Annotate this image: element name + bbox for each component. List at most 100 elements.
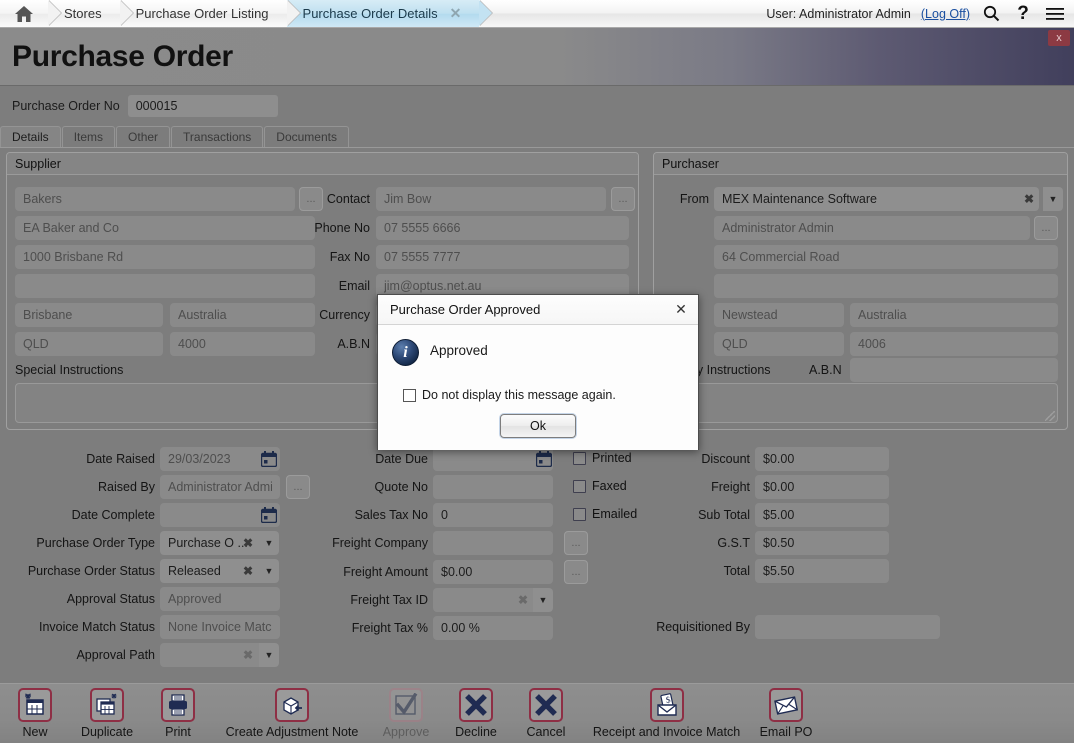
log-off-link[interactable]: (Log Off) bbox=[921, 7, 970, 21]
quote-no-input[interactable] bbox=[433, 475, 553, 499]
invoice-match-status-label: Invoice Match Status bbox=[10, 615, 155, 639]
purchaser-city-input[interactable] bbox=[714, 303, 844, 327]
freight-tax-id-dropdown-icon[interactable]: ▼ bbox=[533, 588, 553, 612]
purchaser-person-lookup-button[interactable]: ... bbox=[1034, 216, 1058, 240]
purchaser-from-input[interactable] bbox=[714, 187, 1039, 211]
supplier-country-input[interactable] bbox=[170, 303, 315, 327]
toolbar-button-new[interactable]: New bbox=[12, 688, 58, 739]
do-not-display-checkbox[interactable] bbox=[403, 389, 416, 402]
breadcrumb-home[interactable] bbox=[0, 0, 48, 27]
adjustment-note-icon bbox=[275, 688, 309, 722]
toolbar-button-receipt-and-invoice-match[interactable]: $ Receipt and Invoice Match bbox=[590, 688, 743, 739]
window-close-button[interactable]: x bbox=[1048, 30, 1070, 46]
approval-path-clear-icon[interactable]: ✖ bbox=[243, 643, 253, 667]
purchase-order-no-input[interactable] bbox=[128, 95, 278, 117]
tab-details[interactable]: Details bbox=[0, 126, 61, 147]
toolbar-button-duplicate[interactable]: Duplicate bbox=[72, 688, 142, 739]
purchaser-delivery-instructions-textarea[interactable] bbox=[660, 383, 1058, 423]
total-input[interactable] bbox=[755, 559, 889, 583]
supplier-postcode-input[interactable] bbox=[170, 332, 315, 356]
purchaser-postcode-input[interactable] bbox=[850, 332, 1058, 356]
approve-check-icon bbox=[389, 688, 423, 722]
toolbar-button-email-po[interactable]: Email PO bbox=[752, 688, 820, 739]
tab-transactions[interactable]: Transactions bbox=[171, 126, 263, 147]
supplier-name-input[interactable] bbox=[15, 187, 295, 211]
toolbar-button-create-adjustment-note[interactable]: Create Adjustment Note bbox=[215, 688, 369, 739]
top-navigation-bar: Stores Purchase Order Listing Purchase O… bbox=[0, 0, 1074, 28]
approval-status-input[interactable] bbox=[160, 587, 280, 611]
purchaser-state-input[interactable] bbox=[714, 332, 844, 356]
user-label: User: Administrator Admin bbox=[766, 7, 911, 21]
discount-input[interactable] bbox=[755, 447, 889, 471]
purchase-order-status-label: Purchase Order Status bbox=[10, 559, 155, 583]
supplier-phone-label: Phone No bbox=[307, 216, 370, 240]
purchase-order-no-row: Purchase Order No bbox=[0, 92, 278, 120]
freight-amount-input[interactable] bbox=[433, 560, 553, 584]
toolbar-button-decline[interactable]: Decline bbox=[451, 688, 501, 739]
breadcrumb-close-icon[interactable]: ✕ bbox=[450, 5, 462, 22]
emailed-label: Emailed bbox=[592, 508, 637, 521]
dialog-close-icon[interactable]: ✕ bbox=[672, 301, 690, 319]
purchaser-from-clear-icon[interactable]: ✖ bbox=[1024, 187, 1034, 211]
supplier-fax-input[interactable] bbox=[376, 245, 629, 269]
emailed-checkbox[interactable] bbox=[573, 508, 586, 521]
sub-total-input[interactable] bbox=[755, 503, 889, 527]
purchaser-address2-input[interactable] bbox=[714, 274, 1058, 298]
toolbar-label-cancel: Cancel bbox=[527, 725, 566, 739]
supplier-company-input[interactable] bbox=[15, 216, 315, 240]
resize-grip-icon[interactable] bbox=[1045, 411, 1055, 421]
search-icon[interactable] bbox=[980, 3, 1002, 25]
calendar-icon[interactable] bbox=[261, 451, 277, 467]
purchaser-address1-input[interactable] bbox=[714, 245, 1058, 269]
purchaser-person-input[interactable] bbox=[714, 216, 1030, 240]
raised-by-input[interactable] bbox=[160, 475, 280, 499]
toolbar-button-cancel[interactable]: Cancel bbox=[521, 688, 571, 739]
purchaser-from-dropdown-icon[interactable]: ▼ bbox=[1043, 187, 1063, 211]
supplier-phone-input[interactable] bbox=[376, 216, 629, 240]
gst-input[interactable] bbox=[755, 531, 889, 555]
tab-other[interactable]: Other bbox=[116, 126, 170, 147]
help-icon[interactable]: ? bbox=[1012, 3, 1034, 25]
breadcrumb-purchase-order-listing[interactable]: Purchase Order Listing bbox=[120, 0, 287, 27]
tab-items[interactable]: Items bbox=[62, 126, 115, 147]
application-window: Stores Purchase Order Listing Purchase O… bbox=[0, 0, 1074, 743]
sales-tax-no-input[interactable] bbox=[433, 503, 553, 527]
supplier-contact-input[interactable] bbox=[376, 187, 606, 211]
breadcrumb-purchase-order-details[interactable]: Purchase Order Details ✕ bbox=[287, 0, 480, 27]
purchase-order-type-clear-icon[interactable]: ✖ bbox=[243, 531, 253, 555]
freight-amount-lookup-button[interactable]: ... bbox=[564, 560, 588, 584]
purchase-order-status-dropdown-icon[interactable]: ▼ bbox=[259, 559, 279, 583]
toolbar-button-print[interactable]: Print bbox=[155, 688, 201, 739]
toolbar-button-approve[interactable]: Approve bbox=[383, 688, 429, 739]
freight-tax-percent-input[interactable] bbox=[433, 616, 553, 640]
supplier-abn-label: A.B.N bbox=[307, 332, 370, 356]
hamburger-menu-icon[interactable] bbox=[1044, 3, 1066, 25]
dialog-ok-button[interactable]: Ok bbox=[500, 414, 576, 438]
breadcrumb-stores-label: Stores bbox=[64, 6, 102, 21]
calendar-icon[interactable] bbox=[261, 507, 277, 523]
date-due-input[interactable] bbox=[433, 447, 553, 471]
faxed-checkbox[interactable] bbox=[573, 480, 586, 493]
supplier-contact-lookup-button[interactable]: ... bbox=[611, 187, 635, 211]
toolbar-label-duplicate: Duplicate bbox=[81, 725, 133, 739]
purchase-order-status-clear-icon[interactable]: ✖ bbox=[243, 559, 253, 583]
freight-input[interactable] bbox=[755, 475, 889, 499]
freight-company-lookup-button[interactable]: ... bbox=[564, 531, 588, 555]
freight-company-input[interactable] bbox=[433, 531, 553, 555]
supplier-city-input[interactable] bbox=[15, 303, 163, 327]
supplier-state-input[interactable] bbox=[15, 332, 163, 356]
calendar-icon[interactable] bbox=[536, 451, 552, 467]
gst-label: G.S.T bbox=[640, 531, 750, 555]
tab-documents[interactable]: Documents bbox=[264, 126, 349, 147]
supplier-address2-input[interactable] bbox=[15, 274, 315, 298]
printed-checkbox[interactable] bbox=[573, 452, 586, 465]
approval-path-dropdown-icon[interactable]: ▼ bbox=[259, 643, 279, 667]
requisitioned-by-input[interactable] bbox=[755, 615, 940, 639]
purchase-order-type-dropdown-icon[interactable]: ▼ bbox=[259, 531, 279, 555]
freight-tax-id-clear-icon[interactable]: ✖ bbox=[518, 588, 528, 612]
supplier-address1-input[interactable] bbox=[15, 245, 315, 269]
purchaser-abn-input[interactable] bbox=[850, 358, 1058, 382]
purchase-order-approved-dialog: Purchase Order Approved ✕ i Approved Do … bbox=[377, 294, 699, 450]
invoice-match-status-input[interactable] bbox=[160, 615, 280, 639]
purchaser-country-input[interactable] bbox=[850, 303, 1058, 327]
